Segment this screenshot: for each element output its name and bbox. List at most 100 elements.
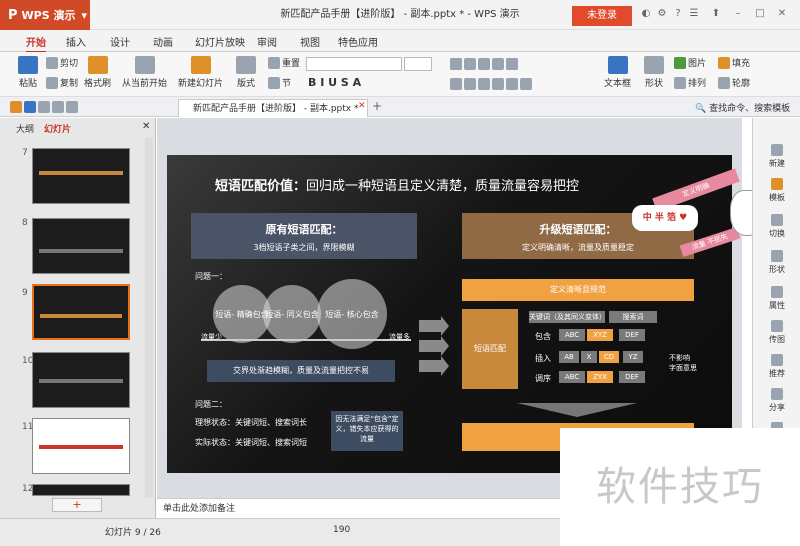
cut-button[interactable]: 剪切 (46, 56, 78, 69)
tab-view[interactable]: 视图 (300, 34, 320, 49)
token-cell: XYZ (587, 329, 613, 341)
sidebar-share[interactable]: 分享 (753, 388, 800, 413)
paragraph-buttons[interactable] (450, 58, 518, 70)
token-cell: ZYX (587, 371, 613, 383)
tab-special[interactable]: 特色应用 (338, 34, 378, 49)
font-size-select[interactable] (404, 57, 432, 71)
sidebar-recommend[interactable]: 推荐 (753, 354, 800, 379)
left-header-box: 原有短语匹配： 3档短语子类之间，界限模糊 (191, 213, 417, 259)
slide-thumbnail[interactable] (32, 218, 130, 274)
sidebar-properties[interactable]: 属性 (753, 286, 800, 311)
question-2-label: 问题二： (195, 400, 227, 409)
tab-slideshow[interactable]: 幻灯片放映 (195, 34, 245, 49)
tab-animation[interactable]: 动画 (153, 34, 173, 49)
sidebar-new[interactable]: 新建 (753, 144, 800, 169)
picture-button[interactable]: 图片 (674, 56, 706, 69)
search-command[interactable]: 🔍 查找命令、搜索模板 (695, 101, 790, 114)
add-slide-button[interactable]: + (52, 498, 102, 512)
recommend-icon (771, 354, 783, 366)
tab-insert[interactable]: 插入 (66, 34, 86, 49)
tab-home[interactable]: 开始 (26, 34, 46, 53)
format-painter-button[interactable]: 格式刷 (84, 56, 111, 89)
help-icon[interactable]: ? (670, 6, 686, 22)
new-tab-icon[interactable]: + (372, 99, 382, 113)
wps-logo-icon: P (8, 7, 18, 23)
arrange-button[interactable]: 排列 (674, 76, 706, 89)
outline-button[interactable]: 轮廓 (718, 76, 750, 89)
tab-outline[interactable]: 大纲 (16, 122, 34, 135)
from-current-button[interactable]: 从当前开始 (122, 56, 167, 89)
zoom-level[interactable]: 190 (333, 525, 350, 535)
flow-high-label: 流量多 (389, 333, 410, 341)
sidebar-upload-image[interactable]: 传图 (753, 320, 800, 345)
actual-state-text: 实际状态：关键词短、搜索词短 (195, 438, 307, 447)
menu-icon[interactable]: ☰ (686, 6, 702, 22)
restore-icon[interactable]: ⬆ (708, 6, 724, 22)
token-cell: AB (559, 351, 579, 363)
textbox-button[interactable]: 文本框 (604, 56, 631, 89)
quick-access-icons[interactable] (10, 101, 78, 113)
textbox-icon (607, 56, 628, 74)
sidebar-template[interactable]: 模板 (753, 178, 800, 203)
flow-axis (201, 339, 411, 341)
slide[interactable]: 短语匹配价值：回归成一种短语且定义清楚，质量流量容易把控 原有短语匹配： 3档短语… (167, 155, 732, 473)
tab-review[interactable]: 审阅 (257, 34, 277, 49)
close-icon[interactable]: ✕ (774, 6, 790, 22)
phrase-match-box: 短语匹配 (462, 309, 518, 389)
new-icon (771, 144, 783, 156)
rule-button: 定义清晰且规范 (462, 279, 694, 301)
new-slide-button[interactable]: 新建幻灯片 (178, 56, 223, 89)
folder-icon (10, 101, 22, 113)
slide-thumbnail[interactable] (32, 418, 130, 474)
fill-button[interactable]: 填充 (718, 56, 750, 69)
settings-icon[interactable]: ⚙ (654, 6, 670, 22)
slide-thumbnail-selected[interactable] (32, 284, 130, 340)
document-tab[interactable]: 新匹配产品手册【进阶版】 - 副本.pptx * (178, 99, 368, 117)
outline-icon (718, 76, 730, 89)
slide-number: 7 (22, 148, 28, 158)
section-button[interactable]: 节 (268, 76, 291, 89)
app-name: WPS 演示 (21, 9, 76, 22)
minimize-icon[interactable]: – (730, 6, 746, 22)
slide-number: 8 (22, 218, 28, 228)
maximize-icon[interactable]: □ (752, 6, 768, 22)
token-cell: X (581, 351, 597, 363)
skin-icon[interactable]: ◐ (638, 6, 654, 22)
shape-button[interactable]: 形状 (644, 56, 664, 89)
sidebar-shape[interactable]: 形状 (753, 250, 800, 275)
close-document-icon[interactable]: ✕ (358, 101, 366, 111)
panel-scrollbar[interactable] (145, 138, 153, 498)
cannot-match-box: 因无法满足“包含”定义，错失本应获得的流量 (331, 411, 403, 451)
slide-title: 短语匹配价值：回归成一种短语且定义清楚，质量流量容易把控 (215, 179, 580, 194)
reset-icon (268, 56, 280, 69)
arrow-right-icon (419, 356, 449, 376)
app-menu-button[interactable]: P WPS 演示 ▾ (0, 0, 90, 30)
ideal-state-text: 理想状态：关键词短、搜索词长 (195, 418, 307, 427)
flow-low-label: 流量少 (201, 333, 222, 341)
layout-button[interactable]: 版式 (236, 56, 256, 89)
tab-slides[interactable]: 幻灯片 (44, 122, 71, 135)
undo-icon (52, 101, 64, 113)
arrow-right-icon (419, 316, 449, 336)
font-name-select[interactable] (306, 57, 402, 71)
properties-icon (771, 286, 783, 298)
paste-button[interactable]: 粘贴 (18, 56, 38, 89)
slide-thumbnail[interactable] (32, 352, 130, 408)
token-cell: DEF (619, 329, 645, 341)
reset-button[interactable]: 重置 (268, 56, 300, 69)
question-1-label: 问题一： (195, 272, 227, 281)
token-cell: ABC (559, 329, 585, 341)
slide-thumbnail[interactable] (32, 148, 130, 204)
paste-icon (18, 56, 38, 74)
slide-thumbnail[interactable] (32, 484, 130, 496)
tab-design[interactable]: 设计 (110, 34, 130, 49)
sidebar-transition[interactable]: 切换 (753, 214, 800, 239)
login-button[interactable]: 未登录 (572, 6, 632, 26)
copy-button[interactable]: 复制 (46, 76, 78, 89)
document-title: 新匹配产品手册【进阶版】 - 副本.pptx * - WPS 演示 (280, 9, 520, 20)
font-style-buttons[interactable]: B I U S A (308, 76, 361, 89)
scissors-icon (46, 56, 58, 69)
picture-icon (674, 56, 686, 69)
close-panel-icon[interactable]: ✕ (142, 121, 150, 132)
align-buttons[interactable] (450, 78, 532, 90)
